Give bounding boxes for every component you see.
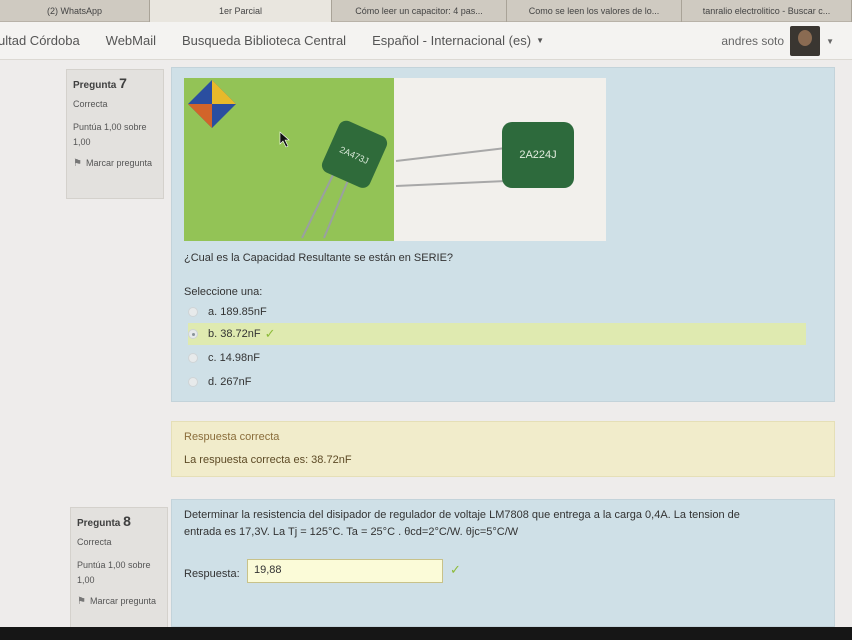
answer-option-b[interactable]: b. 38.72nF ✓: [188, 323, 806, 345]
question-7-content: 2A473J 2A224J ¿Cual es la Capacidad Resu…: [171, 67, 835, 402]
answer-input[interactable]: 19,88: [247, 559, 443, 583]
answer-option-c[interactable]: c. 14.98nF: [188, 347, 806, 369]
answer-label: Respuesta:: [184, 568, 240, 580]
user-menu[interactable]: andres soto ▼: [721, 26, 834, 56]
chevron-down-icon: ▼: [536, 36, 544, 45]
question-prompt-line-1: Determinar la resistencia del disipador …: [184, 509, 740, 521]
select-one-label: Seleccione una:: [184, 286, 263, 298]
language-menu[interactable]: Español - Internacional (es) ▼: [372, 33, 544, 48]
radio-button[interactable]: [188, 377, 198, 387]
checkmark-icon: ✓: [264, 326, 276, 341]
flag-label: Marcar pregunta: [89, 596, 157, 606]
question-number: Pregunta 7: [73, 76, 157, 93]
question-score: Puntúa 1,00 sobre 1,00: [73, 122, 147, 147]
radio-button-selected[interactable]: [188, 329, 198, 339]
question-number-value: 8: [123, 513, 131, 529]
question-status: Correcta: [77, 537, 112, 547]
question-7-feedback: Respuesta correcta La respuesta correcta…: [171, 421, 835, 477]
taskbar: [0, 627, 852, 640]
language-label: Español - Internacional (es): [372, 33, 532, 48]
question-number-value: 7: [119, 75, 127, 91]
site-navbar: ultad Córdoba WebMail Busqueda Bibliotec…: [0, 22, 852, 60]
radio-button[interactable]: [188, 307, 198, 317]
flag-question-button[interactable]: ⚑ Marcar pregunta: [77, 594, 161, 609]
question-number: Pregunta 8: [77, 514, 161, 531]
browser-tab-tantalio[interactable]: tanralio electrolitico - Buscar c...: [682, 0, 852, 22]
flag-label: Marcar pregunta: [85, 158, 153, 168]
answer-option-d[interactable]: d. 267nF: [188, 371, 806, 393]
browser-tab-parcial[interactable]: 1er Parcial: [150, 0, 332, 22]
feedback-title: Respuesta correcta: [184, 431, 280, 443]
radio-button[interactable]: [188, 353, 198, 363]
option-text: a. 189.85nF: [208, 306, 267, 318]
question-7-info: Pregunta 7 Correcta Puntúa 1,00 sobre 1,…: [66, 69, 164, 199]
svg-text:2A224J: 2A224J: [519, 149, 556, 161]
avatar: [790, 26, 821, 56]
option-text: b. 38.72nF: [208, 328, 261, 340]
checkmark-icon: ✓: [450, 562, 461, 577]
tab-label: (2) WhatsApp: [46, 6, 103, 16]
answer-option-a[interactable]: a. 189.85nF: [188, 301, 806, 323]
browser-tab-valores[interactable]: Como se leen los valores de lo...: [507, 0, 682, 22]
tab-label: Como se leen los valores de lo...: [528, 6, 660, 16]
question-label: Pregunta: [77, 518, 121, 529]
browser-tab-capacitor[interactable]: Cómo leer un capacitor: 4 pas...: [332, 0, 507, 22]
tab-label: Cómo leer un capacitor: 4 pas...: [355, 6, 483, 16]
question-8-info: Pregunta 8 Correcta Puntúa 1,00 sobre 1,…: [70, 507, 168, 632]
capacitor-image: 2A473J 2A224J: [184, 78, 606, 241]
question-prompt-line-2: entrada es 17,3V. La Tj = 125°C. Ta = 25…: [184, 526, 519, 538]
flag-icon: ⚑: [77, 596, 86, 607]
nav-webmail-link[interactable]: WebMail: [106, 33, 156, 48]
user-name: andres soto: [721, 34, 785, 48]
question-prompt: ¿Cual es la Capacidad Resultante se está…: [184, 252, 454, 264]
question-score: Puntúa 1,00 sobre 1,00: [77, 560, 151, 585]
chevron-down-icon: ▼: [826, 36, 834, 46]
option-text: d. 267nF: [208, 376, 252, 388]
flag-question-button[interactable]: ⚑ Marcar pregunta: [73, 156, 157, 171]
nav-library-link[interactable]: Busqueda Biblioteca Central: [182, 33, 346, 48]
flag-icon: ⚑: [73, 158, 82, 169]
feedback-text: La respuesta correcta es: 38.72nF: [184, 454, 352, 466]
nav-site-link[interactable]: ultad Córdoba: [0, 33, 80, 48]
option-text: c. 14.98nF: [208, 352, 260, 364]
tab-label: 1er Parcial: [218, 6, 263, 16]
browser-tab-whatsapp[interactable]: (2) WhatsApp: [0, 0, 150, 22]
question-status: Correcta: [73, 99, 108, 109]
tab-label: tanralio electrolitico - Buscar c...: [702, 6, 831, 16]
question-label: Pregunta: [73, 80, 117, 91]
browser-tab-strip: (2) WhatsApp 1er Parcial Cómo leer un ca…: [0, 0, 852, 22]
question-8-content: Determinar la resistencia del disipador …: [171, 499, 835, 627]
answer-label-text: Respuesta:: [184, 568, 240, 580]
